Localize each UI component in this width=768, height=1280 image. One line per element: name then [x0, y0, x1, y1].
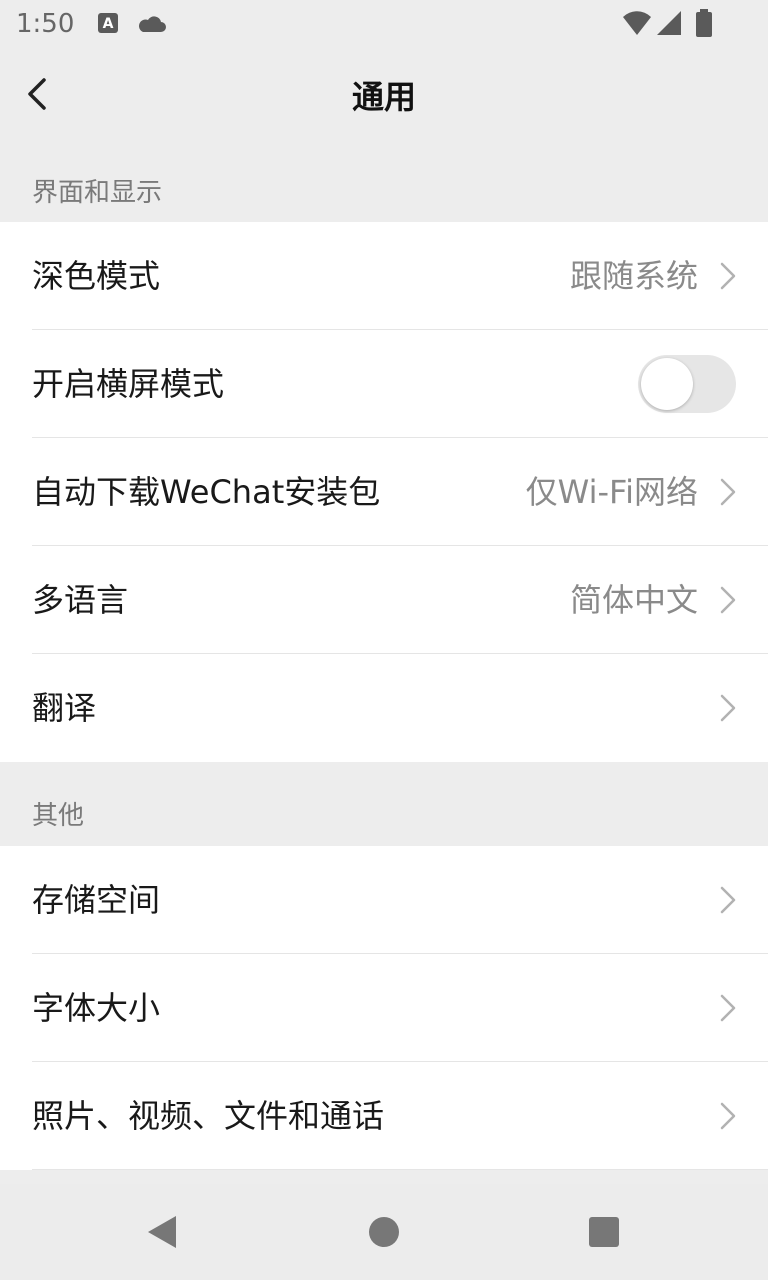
chevron-right-icon: [720, 262, 736, 290]
section-title-display: 界面和显示: [32, 178, 163, 208]
system-nav-bar: [0, 1184, 768, 1280]
divider: [32, 1169, 768, 1170]
row-label: 照片、视频、文件和通话: [32, 1097, 385, 1135]
chevron-right-icon: [720, 994, 736, 1022]
battery-icon: [696, 9, 712, 37]
landscape-mode-toggle[interactable]: [638, 355, 736, 413]
row-language[interactable]: 多语言 简体中文: [0, 546, 768, 654]
wifi-icon: [623, 11, 651, 36]
row-value: 跟随系统: [569, 257, 698, 295]
row-label: 多语言: [32, 581, 129, 619]
row-label: 开启横屏模式: [32, 365, 225, 403]
row-auto-download[interactable]: 自动下载WeChat安装包 仅Wi-Fi网络: [0, 438, 768, 546]
recents-square-icon[interactable]: [584, 1212, 624, 1252]
row-dark-mode[interactable]: 深色模式 跟随系统: [0, 222, 768, 330]
row-label: 存储空间: [32, 881, 161, 919]
section-title-other: 其他: [32, 801, 85, 831]
row-value: 简体中文: [569, 581, 698, 619]
page-title: 通用: [351, 78, 416, 116]
settings-group-other: 存储空间 字体大小 照片、视频、文件和通话: [0, 846, 768, 1170]
row-label: 翻译: [32, 689, 97, 727]
back-triangle-icon[interactable]: [144, 1212, 184, 1252]
chevron-right-icon: [720, 478, 736, 506]
row-label: 字体大小: [32, 989, 161, 1027]
nav-bar: 通用: [0, 48, 768, 140]
toggle-knob: [641, 358, 693, 410]
signal-icon: [657, 11, 681, 35]
row-label: 深色模式: [32, 257, 161, 295]
a-notification-icon: A: [98, 13, 118, 33]
row-translate[interactable]: 翻译: [0, 654, 768, 762]
status-bar: 1:50 A: [0, 0, 768, 48]
row-media-files-calls[interactable]: 照片、视频、文件和通话: [0, 1062, 768, 1170]
settings-group-display: 深色模式 跟随系统 开启横屏模式 自动下载WeChat安装包 仅Wi-Fi网络 …: [0, 222, 768, 762]
chevron-right-icon: [720, 586, 736, 614]
row-landscape-mode[interactable]: 开启横屏模式: [0, 330, 768, 438]
chevron-right-icon: [720, 886, 736, 914]
svg-text:A: A: [103, 16, 114, 32]
row-label: 自动下载WeChat安装包: [32, 473, 381, 511]
chevron-right-icon: [720, 1102, 736, 1130]
cloud-icon: [139, 16, 166, 32]
home-circle-icon[interactable]: [364, 1212, 404, 1252]
row-storage[interactable]: 存储空间: [0, 846, 768, 954]
row-font-size[interactable]: 字体大小: [0, 954, 768, 1062]
row-value: 仅Wi-Fi网络: [525, 473, 698, 511]
chevron-right-icon: [720, 694, 736, 722]
status-time: 1:50: [16, 9, 75, 39]
